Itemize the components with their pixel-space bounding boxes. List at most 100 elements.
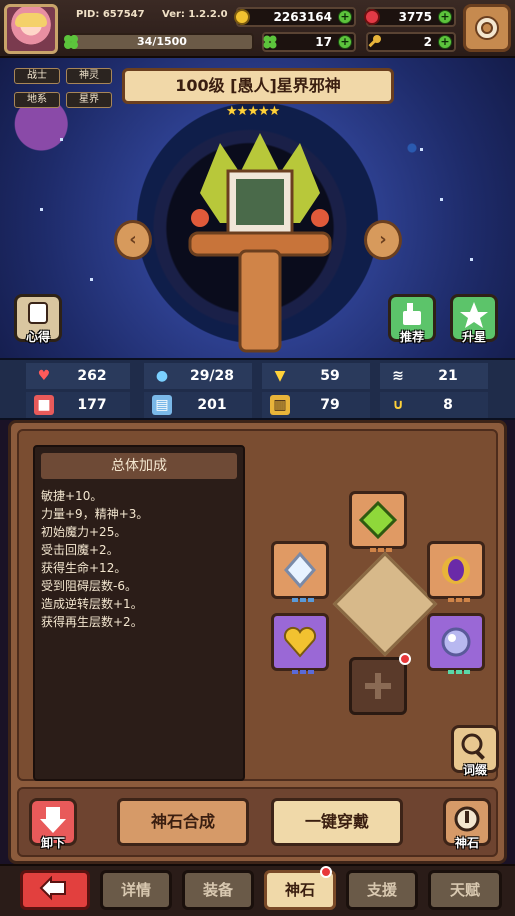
total-bonus-box: 总体加成 敏捷+10。 力量+9，精神+3。 初始魔力+25。 受击回魔+2。 … (33, 445, 245, 781)
bonus-line: 力量+9，精神+3。 (41, 507, 149, 521)
new-item-dot (399, 653, 411, 665)
orb-gem-icon (441, 627, 471, 657)
gem-value: 3775 (398, 10, 432, 24)
add-gems-button[interactable]: + (438, 10, 452, 24)
add-keys-button[interactable]: + (438, 35, 452, 49)
godstone-button[interactable]: 神石 (443, 798, 491, 850)
rating-star-icon: ★ (247, 104, 259, 119)
godstone-center-ornament (332, 551, 438, 657)
tag-race: 神灵 (66, 68, 112, 84)
insight-label: 心得 (25, 330, 50, 344)
bonus-line: 受击回魔+2。 (41, 543, 119, 557)
stat-mana: ● 29/28 (144, 363, 252, 389)
hero-name-banner: 100级 [愚人]星界邪神 (122, 68, 394, 104)
settings-button[interactable] (463, 4, 511, 52)
version-label: Ver: 1.2.2.0 (162, 9, 228, 20)
bonus-line: 受到阻碍层数-6。 (41, 579, 137, 593)
rating-star-icon: ★ (268, 104, 281, 119)
hero-sprite[interactable] (180, 133, 340, 353)
insight-button[interactable]: 心得 (14, 294, 62, 344)
hero-star-rating: ★★★★★ (226, 104, 281, 119)
tab-equipment[interactable]: 装备 (182, 870, 254, 910)
gem-slot-right-lower[interactable] (427, 613, 485, 674)
unequip-label: 卸下 (40, 836, 65, 850)
equip-all-button[interactable]: 一键穿戴 (271, 798, 403, 846)
bottom-nav: 详情 装备 神石 支援 天赋 (0, 864, 515, 916)
bonus-list: 敏捷+10。 力量+9，精神+3。 初始魔力+25。 受击回魔+2。 获得生命+… (41, 487, 148, 631)
key-counter: 2 + (366, 32, 456, 52)
level-clover-icon (64, 35, 78, 49)
tab-godstone-dot (320, 866, 332, 878)
affix-button[interactable]: 词缀 (451, 725, 499, 777)
diamond-gem-icon (284, 551, 316, 589)
stat-attack: ■ 177 (26, 392, 130, 418)
tag-realm: 星界 (66, 92, 112, 108)
upgrade-star-button[interactable]: 升星 (450, 294, 498, 344)
recommend-label: 推荐 (399, 330, 424, 344)
stat-shield: ▼ 59 (262, 363, 370, 389)
water-drop-icon: ● (155, 368, 169, 384)
next-hero-button[interactable]: › (364, 220, 402, 260)
gear-icon (475, 16, 499, 40)
green-gem-icon (358, 500, 398, 540)
prev-hero-button[interactable]: ‹ (114, 220, 152, 260)
back-arrow-icon (39, 876, 66, 901)
key-icon (368, 35, 381, 48)
add-clover-button[interactable]: + (338, 35, 352, 49)
exp-value: 34/1500 (137, 35, 187, 48)
stat-hp: ♥ 262 (26, 363, 130, 389)
tag-class: 战士 (14, 68, 60, 84)
clover-icon (263, 35, 277, 49)
hero-display: 战士 神灵 地系 星界 100级 [愚人]星界邪神 ★★★★★ ‹ › 心得 推… (0, 58, 515, 358)
gem-slot-right-upper[interactable] (427, 541, 485, 602)
upgrade-star-label: 升星 (461, 330, 486, 344)
gem-slot-top[interactable] (349, 491, 407, 552)
plus-icon (365, 673, 391, 699)
shield-icon: ▼ (274, 368, 286, 384)
key-value: 2 (423, 35, 432, 49)
bonus-line: 敏捷+10。 (41, 489, 103, 503)
unequip-button[interactable]: 卸下 (29, 798, 77, 850)
clover-value: 17 (315, 35, 332, 49)
tab-talent[interactable]: 天赋 (428, 870, 502, 910)
book-icon: ▤ (152, 395, 172, 415)
affix-label: 词缀 (462, 763, 487, 777)
gem-slot-left-upper[interactable] (271, 541, 329, 602)
wing-icon: ≋ (392, 368, 404, 384)
synthesize-button[interactable]: 神石合成 (117, 798, 249, 846)
clover-counter: 17 + (262, 32, 356, 52)
gem-slot-empty[interactable] (349, 657, 407, 715)
exp-bar: 34/1500 (70, 33, 254, 51)
gold-value: 2263164 (273, 10, 332, 24)
stat-speed: ≋ 21 (380, 363, 488, 389)
player-avatar[interactable] (4, 4, 58, 54)
add-gold-button[interactable]: + (338, 10, 352, 24)
tab-details[interactable]: 详情 (100, 870, 172, 910)
bonus-line: 造成逆转层数+1。 (41, 597, 143, 611)
red-gem-icon (364, 9, 380, 25)
godstone-panel: 总体加成 敏捷+10。 力量+9，精神+3。 初始魔力+25。 受击回魔+2。 … (8, 420, 507, 864)
godstone-label: 神石 (454, 836, 479, 850)
top-bar: PID: 657547 Ver: 1.2.2.0 2263164 + 3775 … (0, 0, 515, 58)
bonus-line: 获得再生层数+2。 (41, 615, 143, 629)
horseshoe-icon: ∪ (392, 397, 404, 413)
total-bonus-title: 总体加成 (41, 453, 237, 479)
back-button[interactable] (20, 870, 90, 910)
stat-defense: ▥ 79 (262, 392, 370, 418)
stat-magic: ▤ 201 (144, 392, 252, 418)
gold-coin-icon (234, 9, 250, 25)
action-bar: 卸下 神石合成 一键穿戴 神石 (17, 787, 498, 857)
amethyst-gem-icon (442, 556, 470, 584)
heart-icon: ♥ (37, 368, 51, 384)
rating-star-icon: ★ (236, 104, 249, 119)
recommend-button[interactable]: 推荐 (388, 294, 436, 344)
hero-stats: ♥ 262 ● 29/28 ▼ 59 ≋ 21 ■ 177 ▤ 201 ▥ 79… (0, 358, 515, 420)
tag-element: 地系 (14, 92, 60, 108)
armor-icon: ▥ (270, 395, 290, 415)
gem-counter: 3775 + (364, 7, 456, 27)
tab-support[interactable]: 支援 (346, 870, 418, 910)
gold-counter: 2263164 + (234, 7, 356, 27)
gem-slot-left-lower[interactable] (271, 613, 329, 674)
player-id: PID: 657547 (76, 9, 145, 20)
bonus-line: 获得生命+12。 (41, 561, 127, 575)
